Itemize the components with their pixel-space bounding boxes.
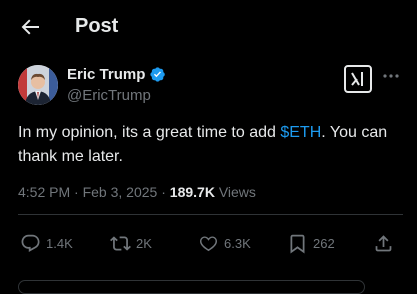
tweet-date[interactable]: Feb 3, 2025 xyxy=(83,184,158,200)
author-name[interactable]: Eric Trump xyxy=(67,66,145,83)
post-header: Post xyxy=(0,0,417,54)
grok-icon xyxy=(351,72,363,86)
more-options-icon[interactable] xyxy=(381,66,401,86)
share-icon xyxy=(375,234,392,251)
meta-separator: · xyxy=(161,184,166,200)
divider xyxy=(18,214,403,215)
grok-button[interactable] xyxy=(344,65,372,93)
author-handle[interactable]: @EricTrump xyxy=(67,87,151,104)
action-bar: 1.4K 2K 6.3K 262 xyxy=(18,229,403,257)
tweet-text-before: In my opinion, its a great time to add xyxy=(18,124,281,141)
avatar[interactable] xyxy=(18,65,58,105)
reply-composer-edge[interactable] xyxy=(18,280,365,294)
tweet-time[interactable]: 4:52 PM xyxy=(18,184,70,200)
verified-badge-icon xyxy=(150,67,166,82)
tweet-text: In my opinion, its a great time to add $… xyxy=(18,121,403,169)
views-count: 189.7K xyxy=(169,184,215,200)
cashtag-link[interactable]: $ETH xyxy=(280,124,321,141)
share-button[interactable] xyxy=(373,229,394,257)
repost-button[interactable]: 2K xyxy=(110,229,152,257)
like-count: 6.3K xyxy=(224,235,251,251)
page-title: Post xyxy=(75,15,119,37)
author-name-row[interactable]: Eric Trump xyxy=(67,66,166,83)
repost-count: 2K xyxy=(136,235,152,251)
reply-count: 1.4K xyxy=(46,235,73,251)
heart-icon xyxy=(199,235,218,251)
reply-icon xyxy=(21,234,40,252)
tweet-meta: 4:52 PM · Feb 3, 2025 · 189.7K Views xyxy=(18,184,256,200)
bookmark-icon xyxy=(290,234,305,253)
reply-button[interactable]: 1.4K xyxy=(20,229,73,257)
repost-icon xyxy=(110,235,131,251)
views-label: Views xyxy=(218,184,256,200)
bookmark-count: 262 xyxy=(313,235,335,251)
meta-separator: · xyxy=(74,184,79,200)
like-button[interactable]: 6.3K xyxy=(198,229,251,257)
back-arrow-icon[interactable] xyxy=(18,15,42,39)
bookmark-button[interactable]: 262 xyxy=(287,229,335,257)
avatar-image xyxy=(18,65,58,105)
